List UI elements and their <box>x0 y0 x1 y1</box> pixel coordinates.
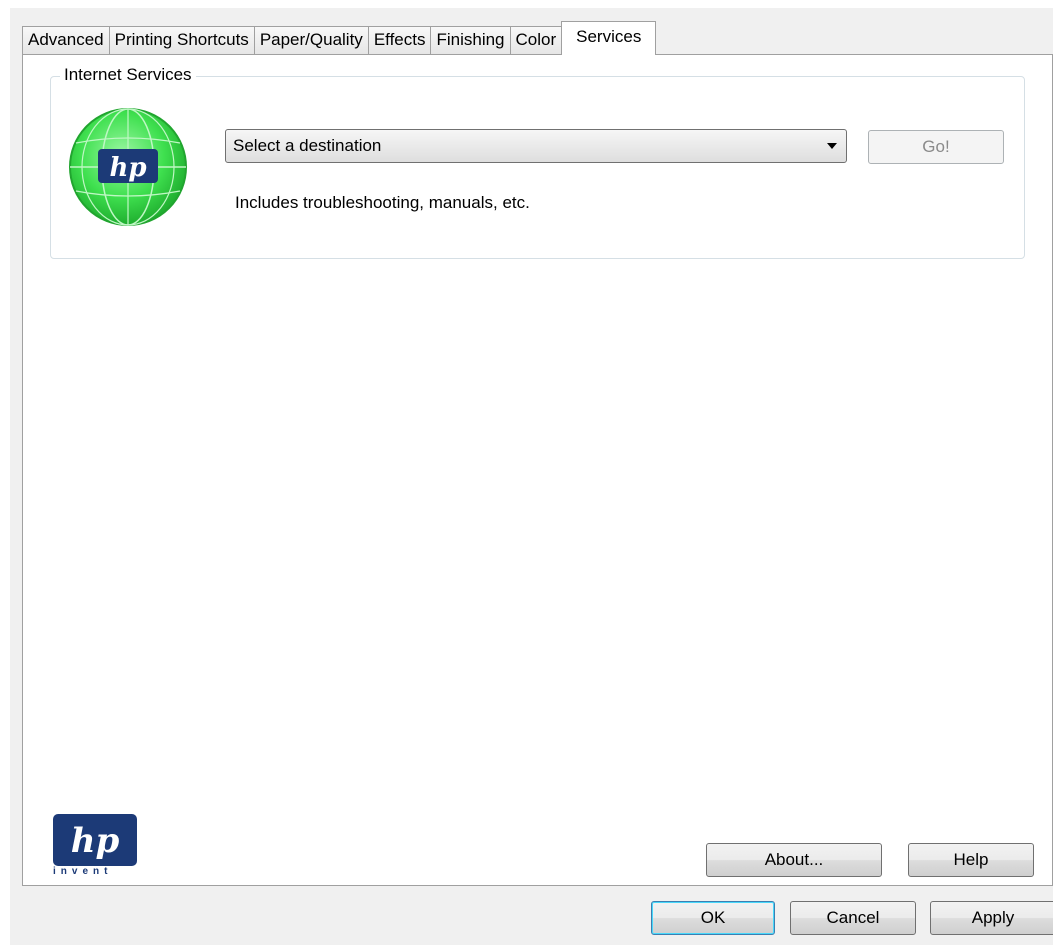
internet-services-group: Internet Services hp Select a destinatio… <box>50 65 1025 259</box>
tab-color[interactable]: Color <box>509 26 562 54</box>
services-hint: Includes troubleshooting, manuals, etc. <box>235 193 530 212</box>
tab-printing-shortcuts[interactable]: Printing Shortcuts <box>108 26 254 54</box>
tab-paper-quality[interactable]: Paper/Quality <box>253 26 368 54</box>
tab-finishing[interactable]: Finishing <box>430 26 510 54</box>
help-button[interactable]: Help <box>908 843 1034 877</box>
printer-properties-dialog: Advanced Printing Shortcuts Paper/Qualit… <box>10 8 1053 945</box>
go-button[interactable]: Go! <box>868 130 1004 164</box>
hp-logo-text: hp <box>71 821 120 861</box>
ok-button[interactable]: OK <box>651 901 775 935</box>
hp-globe-icon: hp <box>69 108 187 226</box>
destination-select[interactable]: Select a destination <box>225 129 847 163</box>
tab-advanced[interactable]: Advanced <box>22 26 109 54</box>
services-tab-page: Internet Services hp Select a destinatio… <box>22 54 1053 886</box>
chevron-down-icon <box>827 143 837 149</box>
destination-select-value: Select a destination <box>233 136 382 155</box>
about-button[interactable]: About... <box>706 843 882 877</box>
cancel-button[interactable]: Cancel <box>790 901 916 935</box>
group-label: Internet Services <box>60 65 196 85</box>
apply-button[interactable]: Apply <box>930 901 1053 935</box>
hp-tagline: invent <box>53 866 113 877</box>
tab-effects[interactable]: Effects <box>367 26 431 54</box>
tab-strip: Advanced Printing Shortcuts Paper/Qualit… <box>22 21 657 55</box>
tab-services[interactable]: Services <box>561 21 657 55</box>
svg-text:hp: hp <box>109 153 146 183</box>
